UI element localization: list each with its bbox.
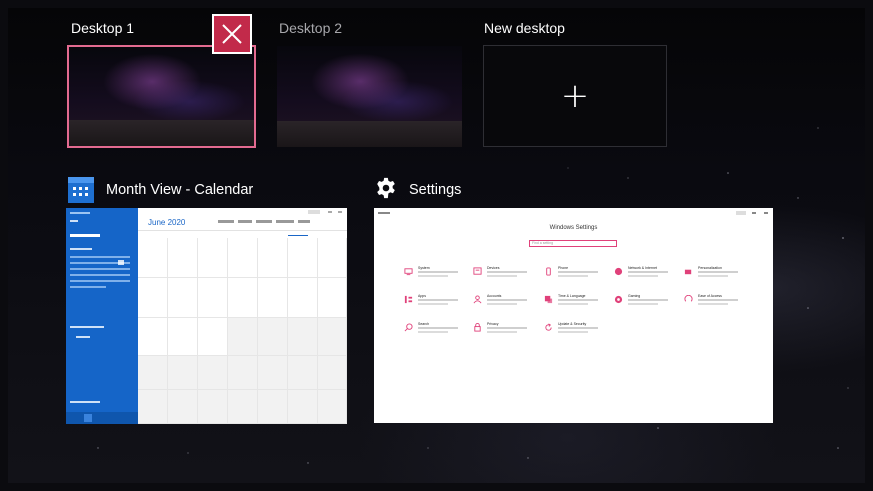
calendar-month-grid	[138, 238, 347, 424]
globe-icon	[614, 267, 623, 276]
calendar-sidebar-content	[66, 212, 138, 424]
calendar-sidebar	[66, 208, 138, 424]
settings-item-time-language[interactable]: Time & Language	[544, 294, 604, 312]
calendar-day-cell	[288, 356, 318, 390]
calendar-day-cell	[198, 318, 228, 356]
calendar-day-cell	[318, 318, 347, 356]
calendar-day-cell	[318, 278, 347, 318]
calendar-day-cell	[138, 356, 168, 390]
settings-search-input[interactable]: Find a setting	[529, 240, 617, 247]
close-icon	[222, 24, 242, 44]
calendar-day-cell	[168, 318, 198, 356]
settings-item-network[interactable]: Network & Internet	[614, 266, 674, 284]
new-desktop-button[interactable]: +	[483, 45, 667, 147]
calendar-day-cell	[138, 278, 168, 318]
settings-item-system[interactable]: System	[404, 266, 464, 284]
settings-item-accounts[interactable]: Accounts	[473, 294, 533, 312]
calendar-day-cell	[168, 356, 198, 390]
settings-window-preview[interactable]: Windows Settings Find a setting System D…	[374, 208, 773, 423]
settings-window-title[interactable]: Settings	[375, 177, 461, 203]
calendar-title-text: Month View - Calendar	[106, 182, 254, 198]
settings-item-ease-of-access[interactable]: Ease of Access	[684, 294, 744, 312]
calendar-day-cell	[258, 238, 288, 278]
calendar-day-cell	[168, 278, 198, 318]
calendar-day-cell	[288, 238, 318, 278]
calendar-day-cell	[228, 318, 258, 356]
calendar-day-cell	[288, 390, 318, 424]
calendar-day-cell	[138, 318, 168, 356]
phone-icon	[546, 267, 551, 276]
access-icon	[684, 295, 693, 302]
calendar-day-cell	[288, 318, 318, 356]
calendar-day-cell	[318, 238, 347, 278]
calendar-day-cell	[258, 356, 288, 390]
calendar-day-cell	[228, 356, 258, 390]
calendar-day-cell	[318, 356, 347, 390]
calendar-window-title[interactable]: Month View - Calendar	[68, 177, 253, 203]
apps-icon	[404, 295, 413, 304]
settings-caption: Windows Settings	[549, 225, 598, 231]
calendar-icon	[68, 177, 94, 203]
calendar-toolbar	[138, 210, 347, 236]
calendar-day-cell	[198, 390, 228, 424]
settings-item-update-security[interactable]: Update & Security	[544, 322, 604, 340]
calendar-day-cell	[228, 390, 258, 424]
desktop-2-wallpaper	[277, 46, 462, 147]
desktop-1-label: Desktop 1	[71, 20, 135, 36]
keyboard-icon	[473, 267, 482, 275]
calendar-day-cell	[138, 238, 168, 278]
calendar-day-cell	[168, 238, 198, 278]
calendar-day-cell	[318, 390, 347, 424]
settings-item-personalization[interactable]: Personalization	[684, 266, 744, 284]
calendar-day-cell	[168, 390, 198, 424]
calendar-day-cell	[258, 318, 288, 356]
desktop-1-wallpaper	[69, 47, 254, 146]
settings-item-apps[interactable]: Apps	[404, 294, 464, 312]
calendar-day-cell	[198, 356, 228, 390]
settings-item-search[interactable]: Search	[404, 322, 464, 340]
calendar-main: June 2020	[138, 208, 347, 424]
display-icon	[404, 268, 413, 276]
settings-item-privacy[interactable]: Privacy	[473, 322, 533, 340]
controller-icon	[614, 295, 623, 304]
desktop-2-label: Desktop 2	[279, 20, 343, 36]
clock-icon	[544, 295, 553, 304]
gear-icon	[375, 177, 397, 203]
update-icon	[545, 323, 552, 331]
settings-titlebar	[374, 208, 773, 218]
desktop-1-thumbnail[interactable]	[67, 45, 256, 148]
settings-item-devices[interactable]: Devices	[473, 266, 533, 284]
calendar-day-cell	[258, 390, 288, 424]
new-desktop-label: New desktop	[484, 20, 565, 36]
calendar-day-cell	[228, 238, 258, 278]
calendar-window-preview[interactable]: June 2020	[66, 208, 347, 424]
calendar-day-cell	[198, 278, 228, 318]
calendar-day-cell	[228, 278, 258, 318]
desktop-2-thumbnail[interactable]	[277, 46, 462, 147]
calendar-day-cell	[258, 278, 288, 318]
settings-item-phone[interactable]: Phone	[544, 266, 604, 284]
person-icon	[473, 295, 482, 304]
settings-item-gaming[interactable]: Gaming	[614, 294, 674, 312]
calendar-day-cell	[138, 390, 168, 424]
lock-icon	[474, 323, 481, 332]
calendar-day-cell	[198, 238, 228, 278]
settings-title-text: Settings	[409, 182, 462, 198]
close-desktop-button[interactable]	[212, 14, 252, 54]
brush-icon	[684, 269, 692, 275]
search-icon	[404, 323, 413, 332]
calendar-day-cell	[288, 278, 318, 318]
plus-icon: +	[560, 76, 590, 116]
